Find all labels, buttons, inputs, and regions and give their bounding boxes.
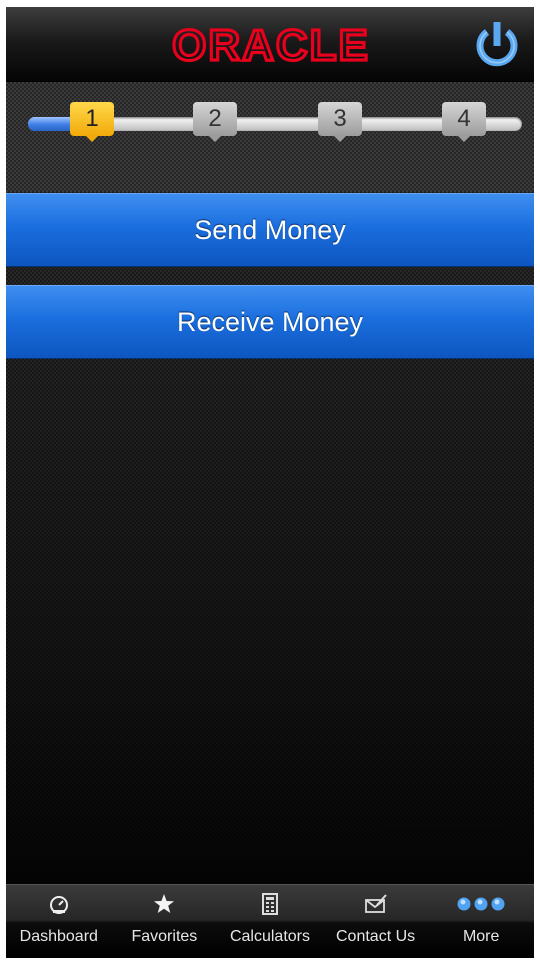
bottom-tab-bar: Dashboard Favorites Calculators Contact … [6, 884, 534, 958]
mail-icon [364, 891, 387, 917]
send-money-button[interactable]: Send Money [6, 193, 534, 267]
tab-favorites[interactable]: Favorites [112, 885, 218, 958]
step-2: 2 [193, 102, 237, 142]
star-icon [153, 891, 175, 917]
step-2-pointer [207, 134, 223, 142]
logout-button[interactable] [468, 16, 526, 74]
step-1-pointer [84, 134, 100, 142]
calculator-icon [261, 891, 278, 917]
progress-stepper: 1 2 3 4 [6, 82, 534, 192]
tab-calculators[interactable]: Calculators [217, 885, 323, 958]
step-3: 3 [318, 102, 362, 142]
tab-more-label: More [462, 928, 500, 945]
step-1: 1 [70, 102, 114, 142]
step-3-label: 3 [318, 102, 362, 136]
step-4-label: 4 [442, 102, 486, 136]
step-4: 4 [442, 102, 486, 142]
tab-dashboard[interactable]: Dashboard [6, 885, 112, 958]
step-3-pointer [332, 134, 348, 142]
more-dots-icon [456, 891, 506, 917]
tab-favorites-label: Favorites [131, 928, 198, 945]
step-4-pointer [456, 134, 472, 142]
step-2-label: 2 [193, 102, 237, 136]
power-icon [476, 22, 518, 67]
app-header: ORACLE [6, 7, 534, 82]
app-screen: ORACLE 1 2 3 4 Send Money Receive Money … [6, 7, 534, 958]
oracle-logo: ORACLE [156, 19, 386, 71]
step-1-label: 1 [70, 102, 114, 136]
tab-contact-us[interactable]: Contact Us [323, 885, 429, 958]
gauge-icon [48, 891, 70, 917]
receive-money-button[interactable]: Receive Money [6, 285, 534, 359]
tab-more[interactable]: More [428, 885, 534, 958]
tab-contact-us-label: Contact Us [336, 928, 416, 945]
svg-text:ORACLE: ORACLE [172, 23, 370, 69]
tab-calculators-label: Calculators [229, 928, 310, 945]
tab-dashboard-label: Dashboard [19, 928, 98, 945]
